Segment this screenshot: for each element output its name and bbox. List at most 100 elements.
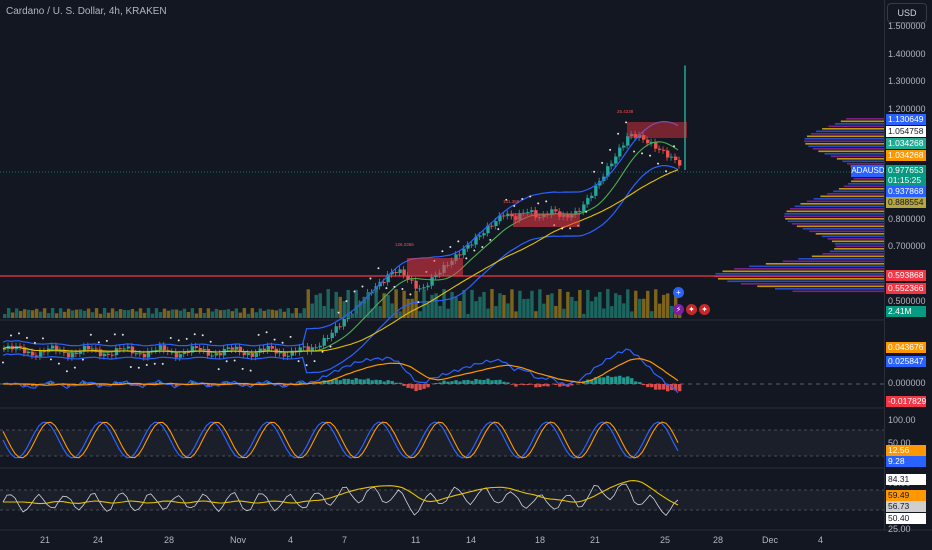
psar-dot (2, 361, 4, 364)
volume-bar (282, 311, 286, 318)
volume-bar (438, 305, 442, 318)
macd-histogram-bar (538, 384, 542, 388)
volume-bar (286, 308, 290, 318)
candle-body (526, 212, 530, 214)
volume-bar (666, 293, 670, 318)
macd-histogram-bar (518, 384, 522, 385)
volume-profile-bar (829, 250, 884, 253)
psar-dot (521, 197, 524, 200)
psar-dot (649, 154, 652, 157)
candle-body (202, 348, 207, 351)
volume-bar (226, 309, 231, 318)
time-tick-label: 11 (411, 535, 421, 545)
macd-histogram-bar (410, 384, 414, 389)
volume-bar (42, 308, 47, 318)
volume-bar (650, 311, 654, 318)
candle-body (594, 185, 598, 196)
time-tick-label: 7 (342, 535, 348, 545)
macd-histogram-bar (370, 380, 374, 384)
macd-histogram-bar (474, 379, 478, 384)
time-tick-label: Dec (762, 535, 779, 545)
volume-bar (30, 310, 35, 318)
volume-bar (234, 308, 239, 318)
candle-body (662, 149, 666, 151)
volume-bar (402, 290, 406, 318)
candle-body (610, 163, 614, 167)
macd-histogram-bar (646, 384, 650, 388)
psar-dot (673, 145, 676, 148)
candle-body (654, 141, 658, 149)
volume-bar (162, 308, 167, 318)
psar-dot (633, 150, 636, 153)
macd-histogram-bar (542, 384, 546, 387)
volume-bar (374, 289, 378, 318)
volume-profile-bar (800, 203, 884, 205)
volume-bar (62, 311, 67, 318)
volume-profile-bar (757, 285, 884, 288)
macd-histogram-bar (358, 379, 362, 384)
volume-profile-bar (827, 238, 884, 240)
volume-bar (542, 303, 546, 318)
candle-body (674, 156, 678, 160)
psar-dot (529, 195, 532, 198)
zone-label: 126.2366 (395, 242, 414, 247)
psar-dot (457, 240, 460, 243)
candle-body (394, 271, 398, 274)
volume-bar (654, 289, 658, 318)
volume-profile-bar (847, 183, 884, 185)
volume-bar (622, 303, 626, 318)
macd-histogram-bar (522, 384, 526, 386)
volume-bar (526, 298, 530, 318)
volume-profile-bar (790, 208, 884, 210)
psar-dot (393, 285, 396, 288)
macd-histogram-bar (650, 384, 654, 388)
candle-body (398, 269, 402, 274)
volume-profile-bar (809, 230, 884, 233)
time-tick-label: 4 (818, 535, 824, 545)
zone-label: 25.4238 (617, 109, 634, 114)
macd-histogram-bar (618, 375, 622, 384)
price-badge: 01:15:25 (886, 175, 926, 186)
us-flag-icon[interactable]: ✦ (699, 304, 710, 315)
volume-bar (410, 298, 414, 318)
candle-body (218, 353, 223, 356)
psar-dot (481, 245, 484, 248)
psar-dot (137, 366, 140, 369)
psar-dot (121, 333, 124, 336)
psar-dot (185, 337, 188, 340)
macd-histogram-bar (534, 384, 538, 388)
candle-body (318, 345, 322, 348)
macd-histogram-bar (622, 377, 626, 384)
volume-bar (134, 311, 139, 318)
volume-bar (246, 313, 251, 318)
volume-bar (90, 312, 95, 318)
lightning-icon[interactable]: ⚡ (673, 304, 684, 315)
candle-body (74, 352, 79, 354)
psar-dot (489, 238, 492, 241)
event-plus-icon[interactable]: + (673, 287, 684, 298)
price-tick-label: 0.700000 (888, 241, 926, 251)
candle-body (230, 347, 235, 350)
volume-bar (482, 291, 486, 318)
volume-bar (614, 293, 618, 318)
volume-bar (522, 298, 526, 318)
volume-bar (634, 290, 638, 318)
volume-bar (610, 306, 614, 318)
us-flag-icon[interactable]: ✦ (686, 304, 697, 315)
candle-body (614, 156, 618, 164)
volume-bar (530, 290, 534, 318)
volume-profile-bar (835, 245, 884, 248)
volume-bar (546, 294, 550, 318)
volume-profile-bar (827, 193, 884, 195)
volume-bar (142, 312, 147, 318)
volume-bar (14, 308, 19, 318)
psar-dot (625, 121, 628, 124)
psar-dot (201, 334, 204, 337)
chart-canvas[interactable]: 126.2366 131.389 25.4238 (0, 0, 932, 550)
volume-bar (178, 310, 183, 318)
volume-profile-bar (834, 243, 884, 245)
volume-bar (54, 313, 59, 318)
volume-bar (66, 308, 71, 318)
candle-body (462, 248, 466, 256)
candle-body (134, 353, 139, 355)
